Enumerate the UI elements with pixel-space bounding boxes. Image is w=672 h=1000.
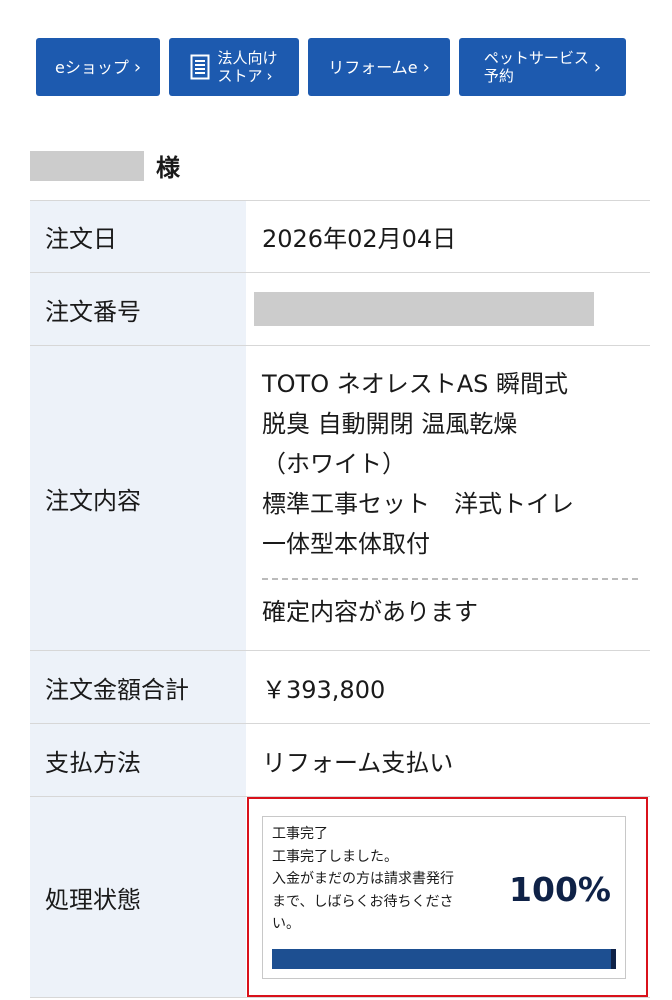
- status-message: 工事完了 工事完了しました。 入金がまだの方は請求書発行 まで、しばらくお待ちく…: [272, 823, 502, 936]
- status-title: 工事完了: [272, 826, 328, 842]
- status-line: 入金がまだの方は請求書発行: [272, 871, 454, 887]
- customer-greeting: 様: [30, 148, 180, 183]
- table-row: 支払方法 リフォーム支払い: [30, 723, 650, 797]
- pet-line-1: ペットサービス: [483, 49, 589, 67]
- processing-status-cell: 工事完了 工事完了しました。 入金がまだの方は請求書発行 まで、しばらくお待ちく…: [246, 796, 650, 998]
- corporate-line-1: 法人向け: [217, 49, 278, 67]
- order-content-cell: TOTO ネオレストAS 瞬間式 脱臭 自動開閉 温風乾燥 （ホワイト） 標準工…: [246, 345, 650, 651]
- table-row: 処理状態 工事完了 工事完了しました。 入金がまだの方は請求書発行 まで、しばら…: [30, 796, 650, 998]
- order-amount-label: 注文金額合計: [30, 650, 246, 724]
- reform-e-button[interactable]: リフォームe ›: [308, 38, 450, 96]
- payment-method-value: リフォーム支払い: [246, 723, 650, 797]
- order-content-lines: TOTO ネオレストAS 瞬間式 脱臭 自動開閉 温風乾燥 （ホワイト） 標準工…: [262, 346, 650, 564]
- pet-service-label: ペットサービス 予約: [484, 49, 589, 85]
- top-navigation: eショップ › 法人向け ストア › リフォームe › ペットサービス 予約 ›: [36, 38, 626, 96]
- order-date-label: 注文日: [30, 200, 246, 273]
- status-highlight-box: 工事完了 工事完了しました。 入金がまだの方は請求書発行 まで、しばらくお待ちく…: [247, 797, 648, 997]
- chevron-right-icon: ›: [133, 56, 142, 78]
- corporate-line-2: ストア ›: [217, 67, 277, 85]
- eshop-label: eショップ: [54, 57, 129, 77]
- order-details-table: 注文日 2026年02月04日 注文番号 注文内容 TOTO ネオレストAS 瞬…: [30, 200, 650, 998]
- content-line: 脱臭 自動開閉 温風乾燥: [262, 410, 518, 438]
- table-row: 注文金額合計 ￥393,800: [30, 650, 650, 724]
- status-line: 工事完了しました。: [272, 848, 398, 865]
- payment-method-label: 支払方法: [30, 723, 246, 797]
- chevron-right-icon: ›: [422, 56, 430, 78]
- reform-e-label: リフォームe: [328, 57, 418, 77]
- order-date-value: 2026年02月04日: [246, 200, 650, 273]
- table-row: 注文番号: [30, 272, 650, 346]
- content-line: 一体型本体取付: [262, 530, 430, 558]
- processing-status-label: 処理状態: [30, 796, 246, 998]
- table-row: 注文日 2026年02月04日: [30, 200, 650, 273]
- pet-service-button[interactable]: ペットサービス 予約 ›: [459, 38, 626, 96]
- progress-bar-fill: [272, 949, 616, 969]
- honorific: 様: [156, 154, 180, 182]
- corporate-store-button[interactable]: 法人向け ストア ›: [169, 38, 299, 96]
- status-card: 工事完了 工事完了しました。 入金がまだの方は請求書発行 まで、しばらくお待ちく…: [262, 816, 626, 979]
- chevron-right-icon: ›: [593, 56, 602, 78]
- content-line: TOTO ネオレストAS 瞬間式: [262, 370, 569, 398]
- corporate-line-2-text: ストア: [217, 67, 263, 85]
- progress-percent: 100%: [509, 870, 611, 909]
- content-line: 標準工事セット 洋式トイレ: [262, 490, 574, 518]
- status-line: まで、しばらくお待ちくださ: [272, 893, 454, 910]
- document-icon: [190, 54, 210, 80]
- redacted-customer-name: [30, 150, 144, 181]
- order-number-label: 注文番号: [30, 272, 246, 346]
- corporate-store-label: 法人向け ストア ›: [217, 49, 277, 85]
- eshop-button[interactable]: eショップ ›: [36, 38, 160, 96]
- content-line: （ホワイト）: [262, 450, 406, 478]
- order-content-label: 注文内容: [30, 345, 246, 651]
- order-amount-value: ￥393,800: [246, 650, 650, 724]
- status-line: い。: [272, 916, 300, 932]
- dashed-divider: [262, 578, 638, 580]
- table-row: 注文内容 TOTO ネオレストAS 瞬間式 脱臭 自動開閉 温風乾燥 （ホワイト…: [30, 345, 650, 651]
- redacted-order-number: [254, 292, 594, 326]
- order-number-cell: [246, 272, 650, 346]
- progress-bar: [272, 949, 616, 969]
- pet-line-2: 予約: [483, 67, 514, 85]
- confirmed-content-note: 確定内容があります: [262, 598, 478, 626]
- chevron-right-icon: ›: [266, 67, 273, 85]
